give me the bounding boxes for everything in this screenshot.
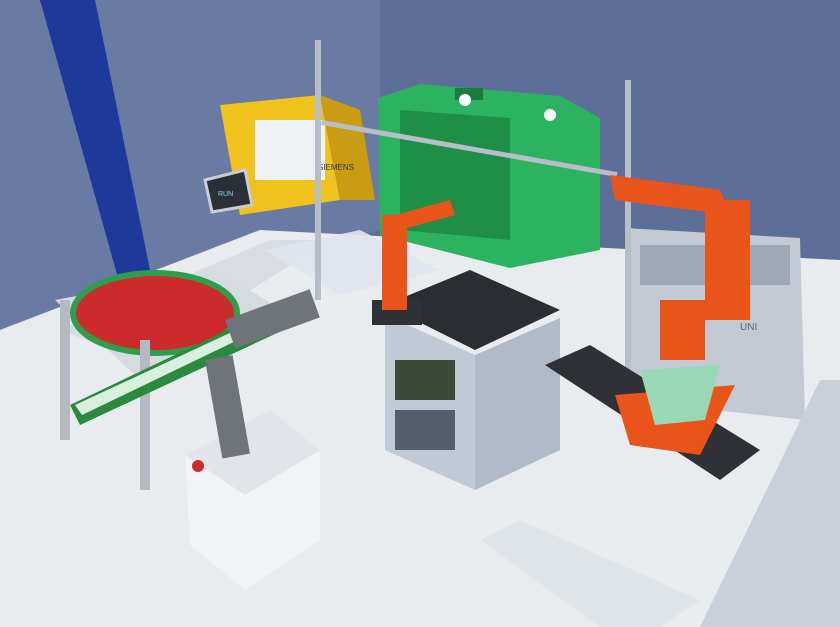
- green-machine: [378, 84, 600, 268]
- hmi-label: RUN: [218, 191, 233, 198]
- machine-brand-label: SIEMENS: [318, 163, 354, 172]
- emergency-stop-icon: [192, 460, 204, 472]
- cabinet-label: UNI: [740, 322, 757, 333]
- factory-cell-scene: SIEMENS UNI RUN: [0, 0, 840, 627]
